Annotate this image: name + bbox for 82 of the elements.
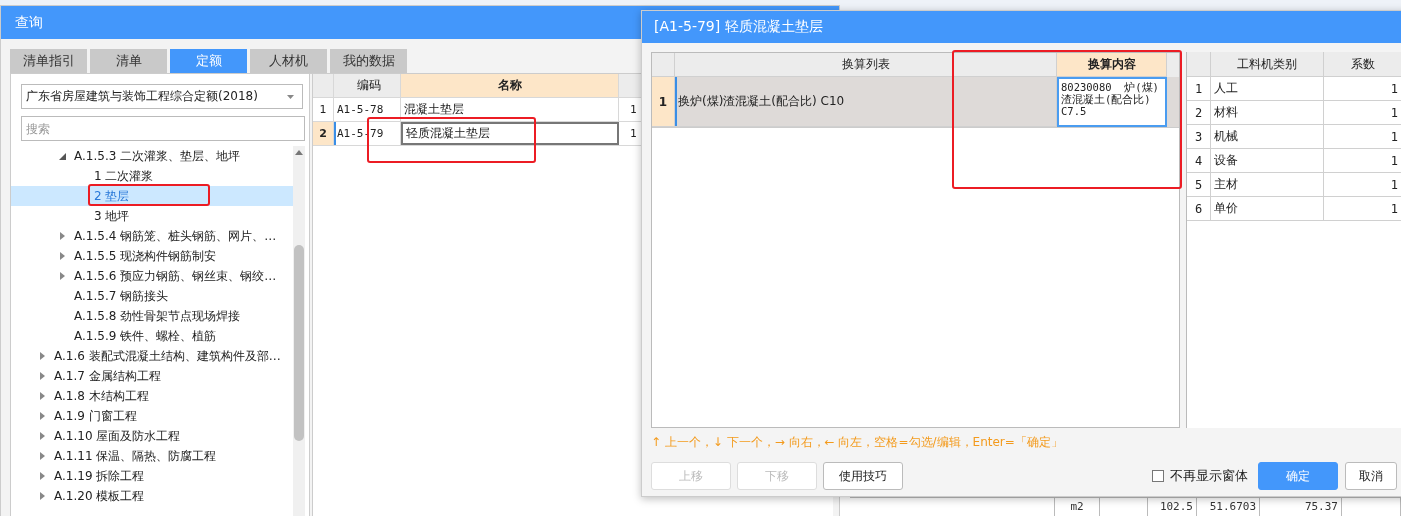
table-cell: 102.5 [1148, 498, 1197, 516]
library-dropdown[interactable]: 广东省房屋建筑与装饰工程综合定额(2018) [21, 84, 303, 109]
checkbox-label[interactable]: 不再显示窗体 [1170, 467, 1248, 485]
table-cell: 混凝土垫层 [401, 98, 619, 121]
expand-icon[interactable] [39, 352, 46, 360]
table-cell: 80230080 炉(煤)渣混凝土(配合比) C7.5 [1057, 77, 1167, 127]
tree-item[interactable]: A.1.5.6 预应力钢筋、钢丝束、钢绞… [74, 267, 277, 285]
table-cell: 1 [1324, 125, 1401, 148]
dialog-button[interactable]: 使用技巧 [823, 462, 903, 490]
expand-icon[interactable] [59, 272, 66, 280]
tree-item[interactable]: A.1.19 拆除工程 [54, 467, 145, 485]
table-cell: 1 [1324, 149, 1401, 172]
table-cell: 机械 [1211, 125, 1324, 148]
tree-item[interactable]: A.1.8 木结构工程 [54, 387, 149, 405]
tree-item[interactable]: A.1.20 模板工程 [54, 487, 145, 505]
table-cell: 75.37 [1260, 498, 1342, 516]
expand-icon[interactable] [39, 412, 46, 420]
row-number: 2 [313, 122, 334, 145]
expand-icon[interactable] [39, 492, 46, 500]
window-title: 查询 [15, 13, 43, 32]
scroll-up-icon[interactable] [295, 150, 303, 155]
tree-item[interactable]: A.1.7 金属结构工程 [54, 367, 161, 385]
tree-item[interactable]: A.1.5.5 现浇构件钢筋制安 [74, 247, 217, 265]
window-title: [A1-5-79] 轻质混凝土垫层 [654, 18, 823, 36]
tab[interactable]: 清单指引 [10, 49, 87, 73]
table-cell: 换炉(煤)渣混凝土(配合比) C10 [675, 77, 1057, 127]
table-cell: A1-5-78 [334, 98, 401, 121]
expand-icon[interactable] [39, 472, 46, 480]
tree-item[interactable]: A.1.5.8 劲性骨架节点现场焊接 [11, 306, 293, 326]
table-cell: 51.6703 [1197, 498, 1260, 516]
dialog-button[interactable]: 取消 [1345, 462, 1397, 490]
tree-item[interactable]: A.1.5.3 二次灌浆、垫层、地坪 [74, 147, 241, 165]
table-cell: 单价 [1211, 197, 1324, 220]
table-cell: m2 [1055, 498, 1100, 516]
table-cell: 人工 [1211, 77, 1324, 100]
tab[interactable]: 清单 [90, 49, 167, 73]
table-cell: 1 [1324, 101, 1401, 124]
tree-item[interactable]: A.1.10 屋面及防水工程 [54, 427, 181, 445]
tab[interactable]: 我的数据 [330, 49, 407, 73]
search-field[interactable]: 搜索 [21, 116, 305, 141]
row-number: 2 [1187, 101, 1211, 124]
table-cell: 设备 [1211, 149, 1324, 172]
expand-icon[interactable] [59, 232, 66, 240]
checkbox[interactable] [1152, 470, 1164, 482]
row-number: 1 [1187, 77, 1211, 100]
row-number: 4 [1187, 149, 1211, 172]
column-header: 工料机类别 [1211, 52, 1324, 76]
row-number: 3 [1187, 125, 1211, 148]
tree-item[interactable]: 3 地坪 [11, 206, 293, 226]
table-cell: 1 [1324, 197, 1401, 220]
tree-item[interactable]: A.1.5.7 钢筋接头 [11, 286, 293, 306]
row-number: 5 [1187, 173, 1211, 196]
column-header: 名称 [401, 74, 619, 97]
column-header: 系数 [1324, 52, 1401, 76]
tree-item[interactable]: A.1.5.4 钢筋笼、桩头钢筋、网片、… [74, 227, 277, 245]
expand-icon[interactable] [39, 452, 46, 460]
caret-icon [287, 94, 294, 99]
collapse-icon[interactable] [59, 152, 66, 160]
tree-item[interactable]: A.1.9 门窗工程 [54, 407, 137, 425]
table-cell: 1 [1324, 77, 1401, 100]
expand-icon[interactable] [39, 432, 46, 440]
tab[interactable]: 人材机 [250, 49, 327, 73]
table-cell: 轻质混凝土垫层 [401, 122, 619, 145]
column-header: 换算内容 [1057, 53, 1167, 77]
scrollbar[interactable] [293, 146, 305, 516]
table-row[interactable]: 1 换炉(煤)渣混凝土(配合比) C10 80230080 炉(煤)渣混凝土(配合比) C7.5 [652, 77, 1179, 128]
row-number: 1 [313, 98, 334, 121]
row-number: 6 [1187, 197, 1211, 220]
scroll-thumb[interactable] [294, 245, 304, 441]
expand-icon[interactable] [39, 392, 46, 400]
tree-item[interactable]: A.1.5.9 铁件、螺栓、植筋 [11, 326, 293, 346]
shortcut-hint: ↑ 上一个，↓ 下一个，→ 向右，← 向左，空格=勾选/编辑，Enter=「确定」 [651, 433, 1064, 451]
row-number: 1 [652, 77, 675, 127]
table-cell: 1 [1324, 173, 1401, 196]
table-cell: 主材 [1211, 173, 1324, 196]
tree-item[interactable]: 1 二次灌浆 [11, 166, 293, 186]
tree-item[interactable]: A.1.11 保温、隔热、防腐工程 [54, 447, 217, 465]
tree-item[interactable]: A.1.6 装配式混凝土结构、建筑构件及部… [54, 347, 281, 365]
table-cell: 材料 [1211, 101, 1324, 124]
expand-icon[interactable] [39, 372, 46, 380]
expand-icon[interactable] [59, 252, 66, 260]
tree-item[interactable]: 2 垫层 [11, 186, 293, 206]
